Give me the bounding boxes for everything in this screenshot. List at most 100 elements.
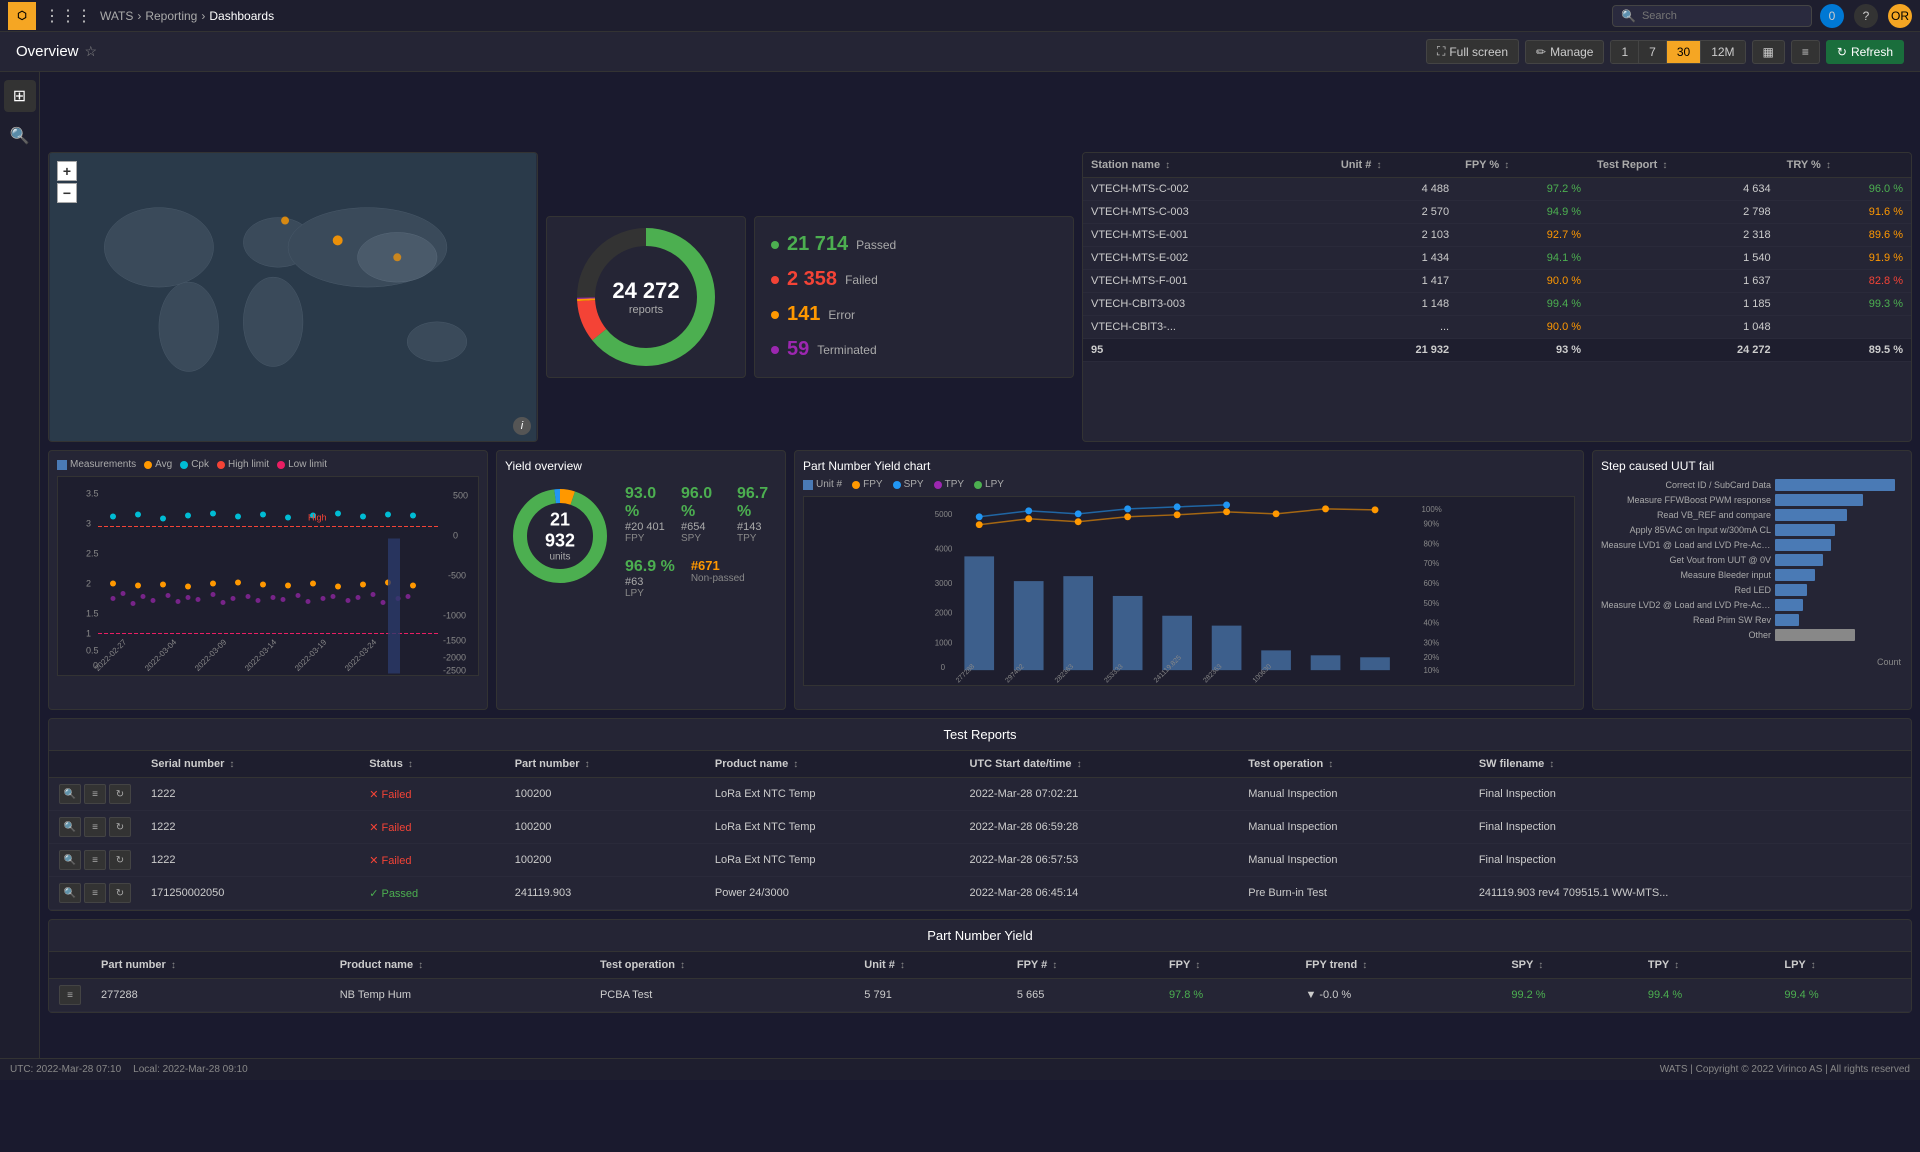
yield-overview-panel: Yield overview 21 932 units: [496, 450, 786, 710]
row-product: LoRa Ext NTC Temp: [705, 811, 960, 844]
product-header[interactable]: Product name ↕: [705, 751, 960, 778]
pny-part-header[interactable]: Part number ↕: [91, 952, 330, 979]
test-report-row[interactable]: 🔍 ≡ ↻ 1222 ✕ Failed 100200 LoRa Ext NTC …: [49, 778, 1911, 811]
station-table-row[interactable]: VTECH-MTS-C-003 2 570 94.9 % 2 798 91.6 …: [1083, 201, 1911, 224]
manage-button[interactable]: ✏ Manage: [1525, 40, 1604, 64]
row-part: 100200: [505, 778, 705, 811]
pny-product: NB Temp Hum: [330, 979, 590, 1012]
help-icon[interactable]: ?: [1854, 4, 1878, 28]
pny-units-header[interactable]: Unit # ↕: [854, 952, 1007, 979]
status-header[interactable]: Status ↕: [359, 751, 505, 778]
apps-grid-icon[interactable]: ⋮⋮⋮: [44, 6, 92, 26]
top-navigation: ⬡ ⋮⋮⋮ WATS › Reporting › Dashboards 🔍 0 …: [0, 0, 1920, 32]
step-bar-row: Correct ID / SubCard Data: [1601, 479, 1903, 491]
sidebar-search-icon[interactable]: 🔍: [4, 120, 36, 152]
donut-stats-group: 24 272 reports 21 714 Passed 2 358 Faile…: [546, 152, 1074, 442]
pny-row[interactable]: ≡ 277288 NB Temp Hum PCBA Test 5 791 5 6…: [49, 979, 1911, 1012]
part-header[interactable]: Part number ↕: [505, 751, 705, 778]
user-avatar[interactable]: OR: [1888, 4, 1912, 28]
station-table-row[interactable]: VTECH-MTS-F-001 1 417 90.0 % 1 637 82.8 …: [1083, 270, 1911, 293]
world-map: [49, 153, 537, 441]
row-2: Measurements Avg Cpk High limit Low limi…: [48, 450, 1912, 710]
station-table-row[interactable]: VTECH-CBIT3-... ... 90.0 % 1 048: [1083, 316, 1911, 339]
layout-list-button[interactable]: ≡: [1791, 40, 1820, 64]
row-actions: 🔍 ≡ ↻: [49, 811, 141, 844]
station-table-row[interactable]: VTECH-MTS-E-002 1 434 94.1 % 1 540 91.9 …: [1083, 247, 1911, 270]
edit-icon: ✏: [1536, 45, 1546, 59]
date-header[interactable]: UTC Start date/time ↕: [959, 751, 1238, 778]
pny-menu-button[interactable]: ≡: [59, 985, 81, 1005]
total-units: 21 932: [1333, 339, 1457, 362]
operation-header[interactable]: Test operation ↕: [1238, 751, 1469, 778]
fullscreen-button[interactable]: ⛶ Full screen: [1426, 39, 1519, 64]
pny-fpy-header[interactable]: FPY ↕: [1159, 952, 1296, 979]
layout-grid-button[interactable]: ▦: [1752, 40, 1785, 64]
view-button[interactable]: 🔍: [59, 850, 81, 870]
step-bar-fill: [1775, 629, 1855, 641]
station-col-header[interactable]: Station name ↕: [1083, 153, 1333, 178]
menu-button[interactable]: ≡: [84, 850, 106, 870]
menu-button[interactable]: ≡: [84, 817, 106, 837]
view-button[interactable]: 🔍: [59, 784, 81, 804]
refresh-row-button[interactable]: ↻: [109, 850, 131, 870]
units-col-header[interactable]: Unit # ↕: [1333, 153, 1457, 178]
svg-text:2.5: 2.5: [86, 549, 99, 559]
pny-operation: PCBA Test: [590, 979, 854, 1012]
test-reports-table: Serial number ↕ Status ↕ Part number ↕ P…: [49, 751, 1911, 910]
sidebar-home-icon[interactable]: ⊞: [4, 80, 36, 112]
menu-button[interactable]: ≡: [84, 784, 106, 804]
station-table-row[interactable]: VTECH-CBIT3-003 1 148 99.4 % 1 185 99.3 …: [1083, 293, 1911, 316]
wats-link[interactable]: WATS: [100, 9, 133, 23]
pny-operation-header[interactable]: Test operation ↕: [590, 952, 854, 979]
pny-lpy-header[interactable]: LPY ↕: [1774, 952, 1911, 979]
page-title: Overview ☆: [16, 43, 97, 60]
refresh-row-button[interactable]: ↻: [109, 817, 131, 837]
refresh-row-button[interactable]: ↻: [109, 784, 131, 804]
time-1d-button[interactable]: 1: [1611, 41, 1639, 63]
time-7d-button[interactable]: 7: [1639, 41, 1667, 63]
total-fpy: 93 %: [1457, 339, 1589, 362]
pny-fpynum-header[interactable]: FPY # ↕: [1007, 952, 1159, 979]
pny-fpy-num: 5 665: [1007, 979, 1159, 1012]
test-report-row[interactable]: 🔍 ≡ ↻ 171250002050 ✓ Passed 241119.903 P…: [49, 877, 1911, 910]
zoom-out-button[interactable]: −: [57, 183, 77, 203]
station-table-row[interactable]: VTECH-MTS-E-001 2 103 92.7 % 2 318 89.6 …: [1083, 224, 1911, 247]
favorite-star-icon[interactable]: ☆: [85, 43, 98, 60]
sw-header[interactable]: SW filename ↕: [1469, 751, 1911, 778]
row-serial: 1222: [141, 811, 359, 844]
pn-chart-legend: Unit # FPY SPY TPY LPY: [803, 479, 1575, 490]
pny-trend-header[interactable]: FPY trend ↕: [1295, 952, 1501, 979]
view-button[interactable]: 🔍: [59, 883, 81, 903]
test-report-row[interactable]: 🔍 ≡ ↻ 1222 ✕ Failed 100200 LoRa Ext NTC …: [49, 844, 1911, 877]
try-col-header[interactable]: TRY % ↕: [1779, 153, 1911, 178]
view-button[interactable]: 🔍: [59, 817, 81, 837]
station-reports: 1 637: [1589, 270, 1779, 293]
row-part: 100200: [505, 811, 705, 844]
pny-tpy-header[interactable]: TPY ↕: [1638, 952, 1775, 979]
pny-product-header[interactable]: Product name ↕: [330, 952, 590, 979]
reports-col-header[interactable]: Test Report ↕: [1589, 153, 1779, 178]
svg-text:-2000: -2000: [443, 653, 466, 663]
test-report-row[interactable]: 🔍 ≡ ↻ 1222 ✕ Failed 100200 LoRa Ext NTC …: [49, 811, 1911, 844]
refresh-row-button[interactable]: ↻: [109, 883, 131, 903]
time-30d-button[interactable]: 30: [1667, 41, 1701, 63]
refresh-button[interactable]: ↻ Refresh: [1826, 40, 1904, 64]
station-table-row[interactable]: VTECH-MTS-C-002 4 488 97.2 % 4 634 96.0 …: [1083, 178, 1911, 201]
station-fpy: 90.0 %: [1457, 270, 1589, 293]
search-input[interactable]: [1642, 10, 1792, 22]
step-bar-fill: [1775, 479, 1895, 491]
time-12m-button[interactable]: 12M: [1701, 41, 1744, 63]
reporting-link[interactable]: Reporting: [145, 9, 197, 23]
map-info-icon[interactable]: i: [513, 417, 531, 435]
serial-header[interactable]: Serial number ↕: [141, 751, 359, 778]
dashboards-link[interactable]: Dashboards: [209, 9, 274, 23]
pny-spy-header[interactable]: SPY ↕: [1501, 952, 1638, 979]
notification-badge[interactable]: 0: [1820, 4, 1844, 28]
fpy-col-header[interactable]: FPY % ↕: [1457, 153, 1589, 178]
row-status: ✕ Failed: [359, 811, 505, 844]
pny-lpy: 99.4 %: [1774, 979, 1911, 1012]
search-bar[interactable]: 🔍: [1612, 5, 1812, 27]
menu-button[interactable]: ≡: [84, 883, 106, 903]
zoom-in-button[interactable]: +: [57, 161, 77, 181]
step-bar-label: Red LED: [1601, 585, 1771, 595]
